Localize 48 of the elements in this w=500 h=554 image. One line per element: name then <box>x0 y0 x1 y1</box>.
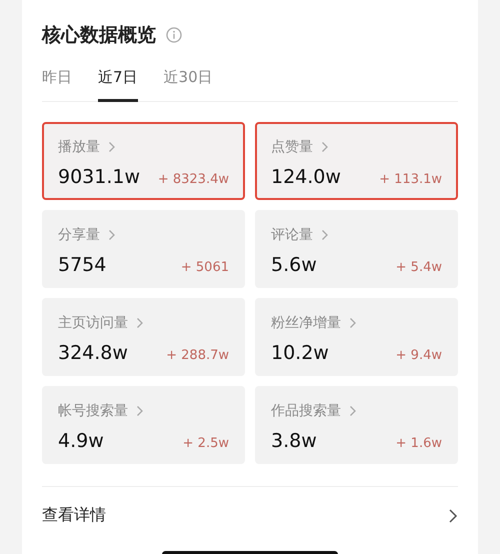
section-title: 核心数据概览 <box>42 23 156 48</box>
metric-label: 作品搜索量 <box>271 402 341 420</box>
info-icon[interactable] <box>166 27 182 43</box>
chevron-icon <box>321 229 329 241</box>
chevron-icon <box>349 405 357 417</box>
metric-value: 10.2w <box>271 342 329 364</box>
metric-value: 4.9w <box>58 430 104 452</box>
metric-value: 3.8w <box>271 430 317 452</box>
metric-change: + 5061 <box>180 260 229 275</box>
metric-change: + 288.7w <box>166 348 229 363</box>
metric-change: + 2.5w <box>182 436 229 451</box>
chevron-icon <box>108 141 116 153</box>
metric-label: 评论量 <box>271 226 313 244</box>
metric-label: 点赞量 <box>271 138 313 156</box>
metric-change: + 8323.4w <box>158 172 229 187</box>
metric-label: 帐号搜索量 <box>58 402 128 420</box>
period-tab[interactable]: 近30日 <box>164 64 213 102</box>
metric-tile[interactable]: 评论量 5.6w + 5.4w <box>255 210 458 288</box>
details-label: 查看详情 <box>42 505 106 526</box>
metric-change: + 1.6w <box>396 436 442 451</box>
metric-value: 5754 <box>58 254 106 276</box>
metric-tile[interactable]: 分享量 5754 + 5061 <box>42 210 245 288</box>
metric-tile[interactable]: 点赞量 124.0w + 113.1w <box>255 122 458 200</box>
details-link[interactable]: 查看详情 <box>42 505 458 526</box>
metric-tile[interactable]: 主页访问量 324.8w + 288.7w <box>42 298 245 376</box>
metric-value: 124.0w <box>271 166 341 188</box>
chevron-icon <box>349 317 357 329</box>
metric-value: 324.8w <box>58 342 128 364</box>
metric-label: 播放量 <box>58 138 100 156</box>
chevron-icon <box>136 317 144 329</box>
metric-change: + 113.1w <box>379 172 442 187</box>
metric-value: 5.6w <box>271 254 317 276</box>
chevron-icon <box>108 229 116 241</box>
metric-label: 主页访问量 <box>58 314 128 332</box>
metric-tile[interactable]: 粉丝净增量 10.2w + 9.4w <box>255 298 458 376</box>
metric-tile[interactable]: 播放量 9031.1w + 8323.4w <box>42 122 245 200</box>
chevron-icon <box>321 141 329 153</box>
chevron-icon <box>136 405 144 417</box>
metric-label: 粉丝净增量 <box>271 314 341 332</box>
period-tab[interactable]: 近7日 <box>98 64 138 102</box>
metric-tile[interactable]: 作品搜索量 3.8w + 1.6w <box>255 386 458 464</box>
chevron-icon <box>448 508 458 524</box>
metric-value: 9031.1w <box>58 166 140 188</box>
metric-change: + 5.4w <box>396 260 442 275</box>
metric-change: + 9.4w <box>396 348 442 363</box>
period-tab[interactable]: 昨日 <box>42 64 72 102</box>
metric-tile[interactable]: 帐号搜索量 4.9w + 2.5w <box>42 386 245 464</box>
metric-label: 分享量 <box>58 226 100 244</box>
